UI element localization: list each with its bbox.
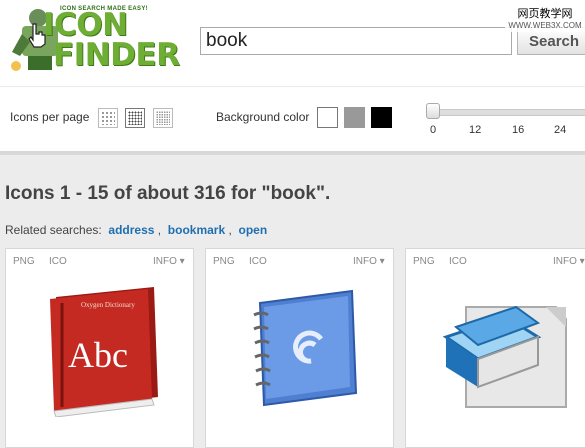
results-title: Icons 1 - 15 of about 316 for "book". (5, 183, 331, 204)
book-title-text: Abc (68, 335, 128, 375)
icon-size-slider-track[interactable] (432, 109, 585, 116)
ico-link[interactable]: ICO (449, 256, 467, 267)
size-tick-12: 12 (469, 124, 482, 136)
watermark-url: WWW.WEB3X.COM (508, 21, 582, 30)
book-subtitle: Oxygen Dictionary (81, 301, 135, 309)
icons-per-page-label: Icons per page (10, 110, 90, 124)
size-tick-0: 0 (430, 124, 437, 136)
size-tick-16: 16 (512, 124, 525, 136)
watermark: 网页教学网 WWW.WEB3X.COM (505, 8, 585, 32)
info-link[interactable]: INFO ▾ (553, 256, 585, 267)
logo-word-finder: FINDER (53, 37, 180, 73)
related-link-bookmark[interactable]: bookmark (168, 223, 225, 237)
icon-card[interactable]: PNG ICO INFO ▾ Oxygen Dictionary Abc (5, 248, 194, 448)
background-black-swatch[interactable] (371, 107, 392, 128)
background-color-label: Background color (216, 110, 310, 124)
per-page-small-option[interactable] (98, 108, 118, 128)
related-link-open[interactable]: open (238, 223, 267, 237)
iconfinder-logo[interactable]: ICON SEARCH MADE EASY! ICON FINDER (8, 4, 180, 74)
per-page-medium-option[interactable] (125, 108, 145, 128)
related-searches: Related searches: address , bookmark , o… (5, 223, 268, 237)
icon-card[interactable]: PNG ICO INFO ▾ (405, 248, 585, 448)
background-white-swatch[interactable] (317, 107, 338, 128)
background-gray-swatch[interactable] (344, 107, 365, 128)
header: ICON SEARCH MADE EASY! ICON FINDER Searc… (0, 0, 585, 86)
png-link[interactable]: PNG (13, 256, 35, 267)
search-input[interactable] (200, 27, 512, 55)
ico-link[interactable]: ICO (49, 256, 67, 267)
png-link[interactable]: PNG (413, 256, 435, 267)
icon-card[interactable]: PNG ICO INFO ▾ (205, 248, 394, 448)
book-document-icon (442, 305, 567, 408)
options-toolbar: Icons per page Background color 0 12 16 … (0, 86, 585, 155)
related-label: Related searches: (5, 223, 102, 237)
size-tick-24: 24 (554, 124, 567, 136)
per-page-large-option[interactable] (153, 108, 173, 128)
watermark-title: 网页教学网 (517, 8, 573, 20)
address-book-icon (253, 289, 358, 407)
info-link[interactable]: INFO ▾ (153, 256, 185, 267)
related-link-address[interactable]: address (108, 223, 154, 237)
ico-link[interactable]: ICO (249, 256, 267, 267)
icon-size-slider-handle[interactable] (426, 103, 440, 119)
png-link[interactable]: PNG (213, 256, 235, 267)
dictionary-book-icon: Oxygen Dictionary Abc (50, 287, 158, 417)
info-link[interactable]: INFO ▾ (353, 256, 385, 267)
